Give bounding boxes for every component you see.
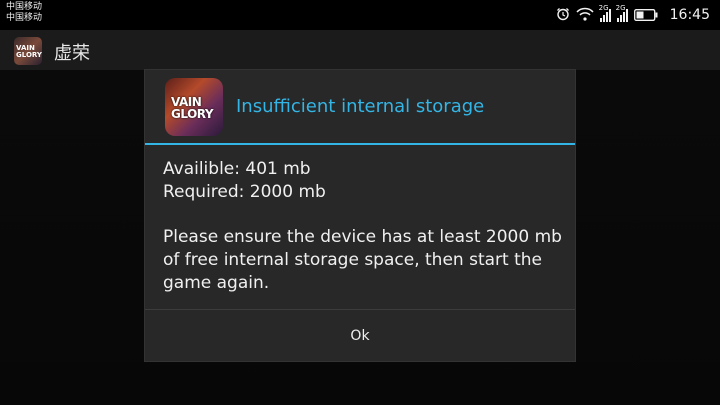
app-icon-text: VAIN GLORY xyxy=(16,44,42,59)
app-title: 虚荣 xyxy=(54,43,90,64)
dialog-message: Availible: 401 mb Required: 2000 mb Plea… xyxy=(163,158,563,295)
logo-text-line-2: GLORY xyxy=(171,107,214,121)
battery-icon xyxy=(633,6,658,25)
sim1-network-label: 2G xyxy=(598,4,609,12)
signal-icon: 2G xyxy=(599,4,611,22)
clock: 16:45 xyxy=(669,7,710,23)
wifi-icon xyxy=(576,6,594,25)
carrier-label-2: 中国移动 xyxy=(6,13,43,23)
status-bar: 中国移动 中国移动 2G 2G 16:45 xyxy=(0,0,720,30)
dialog-title: Insufficient internal storage xyxy=(236,96,485,117)
required-storage-text: Required: 2000 mb xyxy=(163,182,326,202)
app-action-bar: VAIN GLORY 虚荣 xyxy=(0,30,720,70)
sim2-network-label: 2G xyxy=(615,4,626,12)
instruction-text: Please ensure the device has at least 20… xyxy=(163,227,562,293)
carrier-label-1: 中国移动 xyxy=(6,2,43,12)
alarm-icon xyxy=(556,6,570,25)
ok-button[interactable]: Ok xyxy=(145,310,575,362)
storage-alert-dialog: VAIN GLORY Insufficient internal storage… xyxy=(144,69,576,362)
available-storage-text: Availible: 401 mb xyxy=(163,159,311,179)
status-icons: 2G 2G 16:45 xyxy=(556,4,710,25)
app-icon[interactable]: VAIN GLORY xyxy=(14,37,42,65)
vainglory-logo-icon: VAIN GLORY xyxy=(165,78,223,136)
dialog-header: VAIN GLORY Insufficient internal storage xyxy=(145,70,575,143)
signal-icon: 2G xyxy=(616,4,628,22)
title-divider xyxy=(145,143,575,145)
